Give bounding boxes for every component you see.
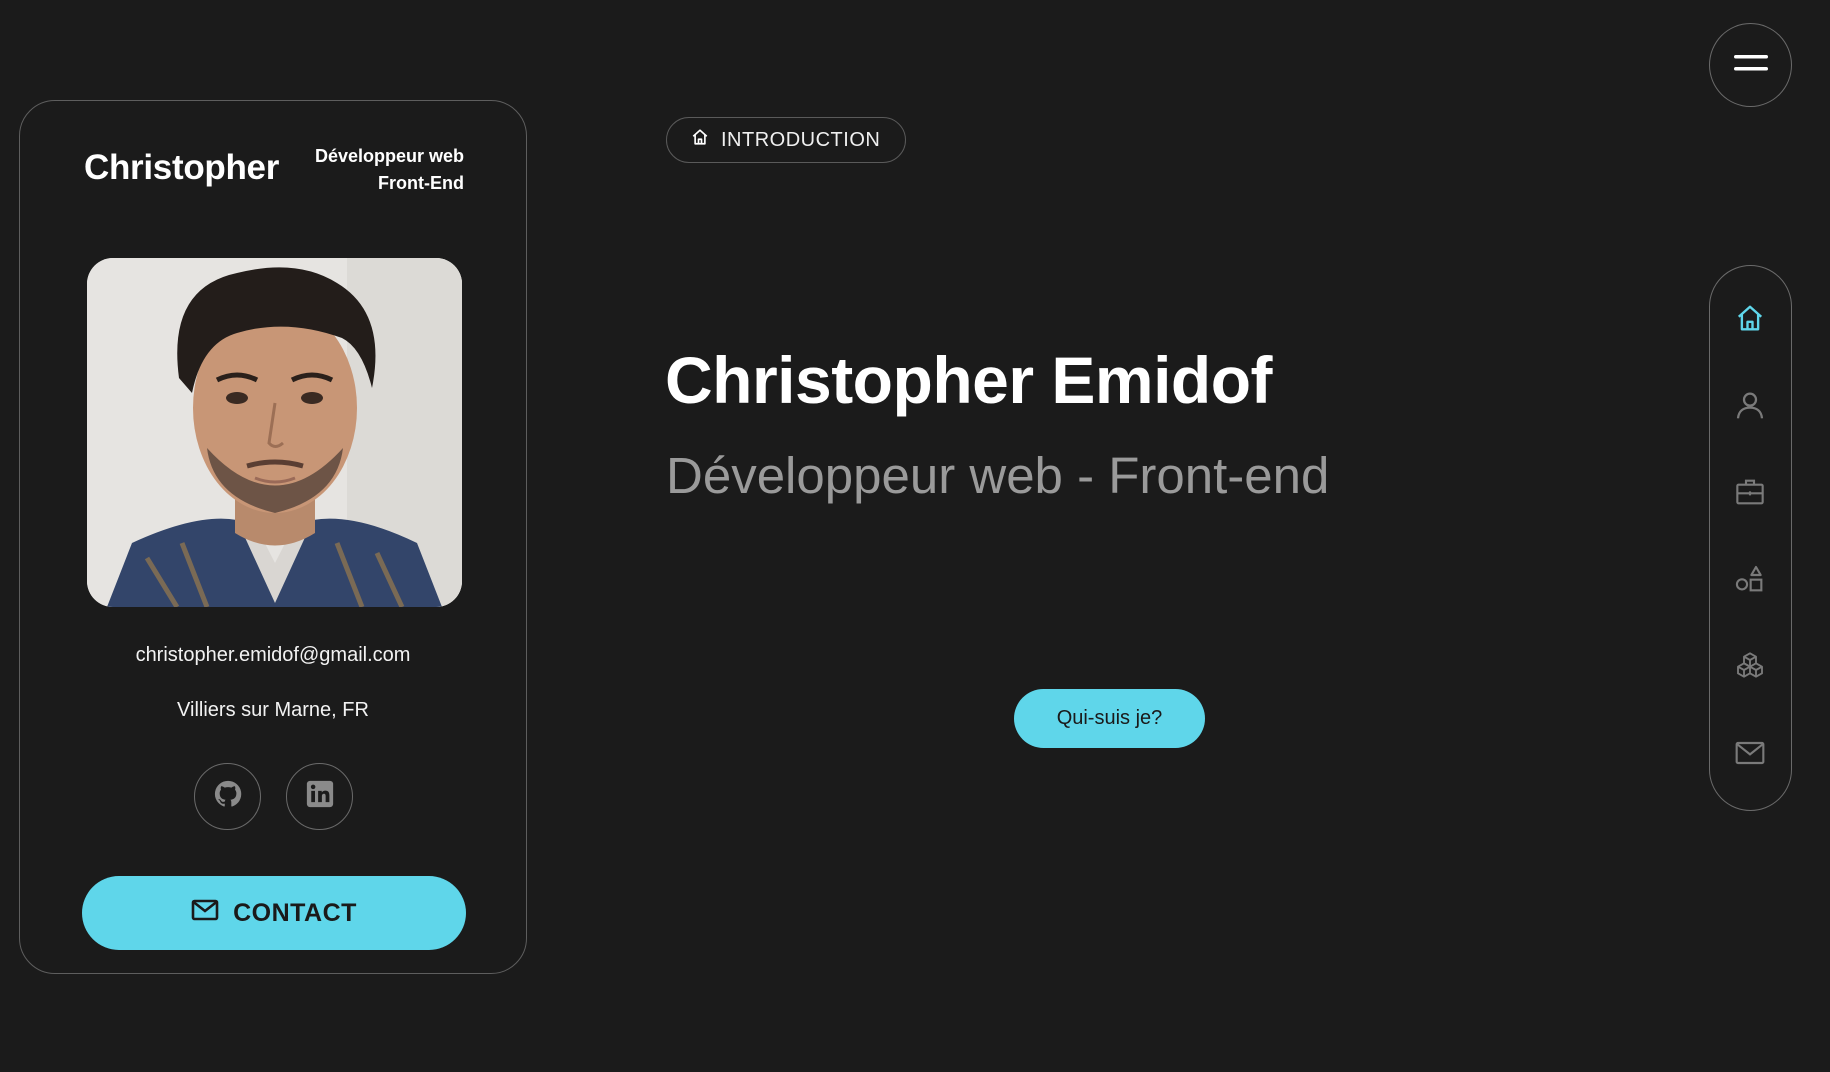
profile-photo	[87, 258, 462, 607]
home-icon	[1735, 303, 1765, 338]
hero-subtitle: Développeur web - Front-end	[666, 447, 1330, 504]
side-nav	[1709, 265, 1792, 811]
github-icon	[213, 779, 243, 814]
menu-button[interactable]	[1709, 23, 1792, 107]
hamburger-icon	[1733, 53, 1768, 78]
nav-item-experience[interactable]	[1710, 469, 1790, 519]
mail-icon	[1734, 737, 1766, 774]
section-label: INTRODUCTION	[721, 128, 881, 151]
section-label-pill: INTRODUCTION	[666, 117, 907, 163]
nav-item-home[interactable]	[1710, 295, 1790, 345]
mail-icon	[191, 899, 219, 928]
profile-role-line1: Développeur web	[314, 146, 464, 166]
github-link[interactable]	[194, 763, 261, 830]
nav-item-contact[interactable]	[1710, 730, 1790, 780]
nav-item-projects[interactable]	[1710, 643, 1790, 693]
linkedin-link[interactable]	[286, 763, 353, 830]
shapes-icon	[1734, 563, 1766, 600]
user-icon	[1734, 389, 1766, 426]
contact-button[interactable]: CONTACT	[82, 876, 466, 950]
profile-location: Villiers sur Marne, FR	[177, 699, 369, 721]
profile-role-line2: Front-End	[378, 173, 464, 193]
profile-role: Développeur web Front-End	[315, 143, 464, 197]
home-icon	[691, 128, 709, 152]
about-me-button[interactable]: Qui-suis je?	[1014, 689, 1205, 748]
contact-label: CONTACT	[233, 898, 357, 927]
cubes-icon	[1734, 650, 1766, 687]
profile-email: christopher.emidof@gmail.com	[135, 644, 411, 666]
briefcase-icon	[1734, 476, 1766, 513]
profile-name: Christopher	[84, 148, 280, 187]
linkedin-icon	[305, 779, 335, 814]
nav-item-about[interactable]	[1710, 382, 1790, 432]
nav-item-skills[interactable]	[1710, 556, 1790, 606]
hero-title: Christopher Emidof	[665, 343, 1273, 417]
profile-card: Christopher Développeur web Front-End ch…	[19, 100, 527, 974]
page: Christopher Développeur web Front-End ch…	[0, 0, 1830, 1072]
